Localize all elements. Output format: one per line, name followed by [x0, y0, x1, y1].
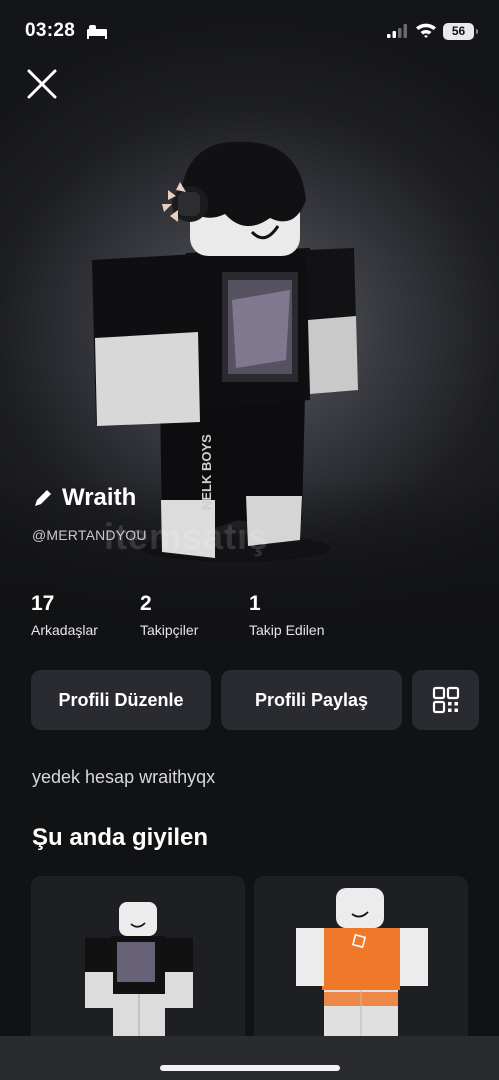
wearing-card-outfit-2[interactable]	[254, 876, 468, 1056]
qr-code-button[interactable]	[412, 670, 479, 730]
shirt-print-text: NELK BOYS	[199, 434, 214, 510]
close-icon[interactable]	[24, 66, 60, 102]
stat-value: 17	[31, 592, 55, 615]
share-profile-button[interactable]: Profili Paylaş	[221, 670, 402, 730]
stat-label: Arkadaşlar	[31, 622, 98, 638]
stat-value: 1	[249, 592, 261, 615]
wearing-card-outfit-1[interactable]	[31, 876, 245, 1056]
edit-profile-button[interactable]: Profili Düzenle	[31, 670, 211, 730]
stat-value: 2	[140, 592, 152, 615]
stat-label: Takip Edilen	[249, 622, 325, 638]
sleep-focus-icon	[87, 25, 107, 39]
wifi-icon	[416, 23, 436, 38]
username: @MERTANDYOU	[32, 527, 147, 543]
battery-indicator: 56	[443, 23, 478, 40]
avatar-thumbnail	[296, 888, 428, 1040]
bottom-bar	[0, 1036, 499, 1080]
cellular-signal-icon	[387, 24, 407, 38]
home-indicator[interactable]	[160, 1065, 340, 1071]
avatar-thumbnail	[85, 902, 193, 1042]
display-name-row[interactable]: Wraith	[32, 484, 136, 512]
stat-friends[interactable]: 17 Arkadaşlar	[31, 592, 98, 638]
profile-bio: yedek hesap wraithyqx	[32, 767, 216, 787]
stat-followers[interactable]: 2 Takipçiler	[140, 592, 198, 638]
display-name: Wraith	[62, 484, 137, 511]
status-bar: 03:28 56	[0, 0, 499, 62]
pencil-icon[interactable]	[32, 487, 54, 509]
stat-following[interactable]: 1 Takip Edilen	[249, 592, 325, 638]
qr-code-icon	[432, 686, 459, 714]
stat-label: Takipçiler	[140, 622, 199, 638]
currently-wearing-title: Şu anda giyilen	[32, 824, 209, 851]
status-time: 03:28	[25, 20, 76, 41]
